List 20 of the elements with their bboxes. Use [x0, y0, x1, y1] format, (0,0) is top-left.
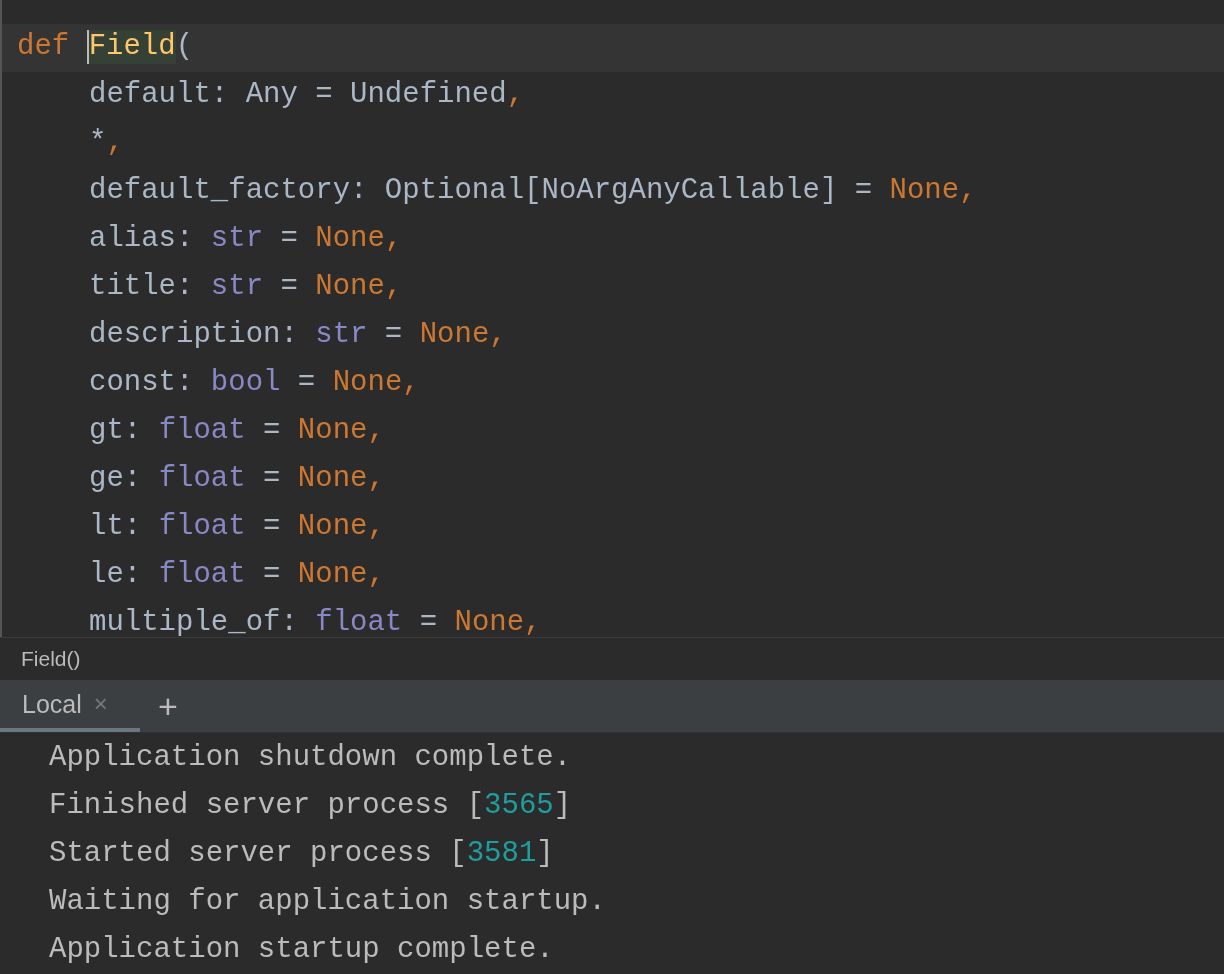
terminal-line: Finished server process [3565]: [49, 788, 572, 824]
code-line: description: str = None,: [89, 318, 507, 352]
breadcrumb-item[interactable]: Field(): [21, 646, 81, 671]
code-line: *,: [89, 126, 124, 160]
code-line: le: float = None,: [89, 558, 385, 592]
code-line: gt: float = None,: [89, 414, 385, 448]
code-line: title: str = None,: [89, 270, 403, 304]
code-line: const: bool = None,: [89, 366, 420, 400]
code-line: default_factory: Optional[NoArgAnyCallable] = None,: [89, 174, 977, 208]
code-line: lt: float = None,: [89, 510, 385, 544]
code-line: ge: float = None,: [89, 462, 385, 496]
code-line: alias: str = None,: [89, 222, 403, 256]
terminal-line: Application startup complete.: [49, 932, 554, 968]
terminal-line: Started server process [3581]: [49, 836, 554, 872]
code-line: multiple_of: float = None,: [89, 606, 542, 637]
terminal-line: Application shutdown complete.: [49, 740, 572, 776]
terminal-line: Waiting for application startup.: [49, 884, 606, 920]
new-tab-button[interactable]: +: [140, 680, 196, 732]
code-line: def Field(: [17, 30, 194, 64]
code-line: default: Any = Undefined,: [89, 78, 525, 112]
